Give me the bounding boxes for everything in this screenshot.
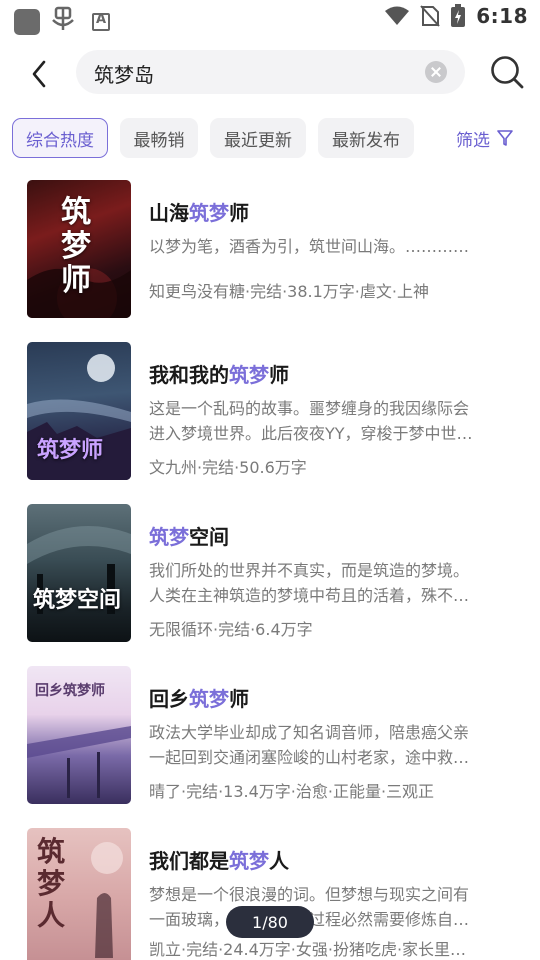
book-cover: 回乡筑梦师 (27, 666, 131, 804)
book-cover: 筑梦人 (27, 828, 131, 960)
page-indicator: 1/80 (226, 906, 314, 938)
book-title: 我们都是筑梦人 (149, 849, 289, 873)
status-bar: 6:18 (0, 0, 540, 36)
clear-icon[interactable] (425, 61, 447, 83)
book-description: 梦想是一个很浪漫的词。但梦想与现实之间有 一面玻璃，打破这面的过程必然需要修炼自… (149, 885, 470, 929)
status-time: 6:18 (476, 4, 528, 28)
book-item[interactable]: 筑梦人 我们都是筑梦人 梦想是一个很浪漫的词。但梦想与现实之间有 一面玻璃，打破… (0, 828, 540, 960)
book-title: 回乡筑梦师 (149, 687, 249, 711)
book-cover: 筑梦师 (27, 342, 131, 480)
book-title: 我和我的筑梦师 (149, 363, 289, 387)
book-item[interactable]: 筑梦空间 筑梦空间 我们所处的世界并不真实，而是筑造的梦境。 人类在主神筑造的梦… (0, 504, 540, 644)
search-input[interactable]: 筑梦岛 (76, 50, 465, 94)
book-description: 这是一个乱码的故事。噩梦缠身的我因缘际会 进入梦境世界。此后夜夜YY，穿梭于梦中… (149, 399, 473, 443)
search-button[interactable] (489, 54, 525, 90)
filter-label: 筛选 (456, 130, 490, 151)
cover-title: 筑梦师 (37, 437, 104, 463)
book-item[interactable]: 回乡筑梦师 回乡筑梦师 政法大学毕业却成了知名调音师，陪患癌父亲 一起回到交通闭… (0, 666, 540, 806)
book-meta: 无限循环·完结·6.4万字 (149, 620, 313, 639)
battery-charging-icon (451, 4, 466, 27)
bug-icon (50, 6, 76, 37)
app-square-icon (14, 8, 40, 35)
book-cover: 筑梦师 (27, 180, 131, 318)
search-query: 筑梦岛 (94, 63, 154, 87)
book-item[interactable]: 筑梦师 我和我的筑梦师 这是一个乱码的故事。噩梦缠身的我因缘际会 进入梦境世界。… (0, 342, 540, 482)
sort-tabs: 综合热度 最畅销 最近更新 最新发布 筛选 (0, 118, 540, 158)
book-meta: 知更鸟没有糖·完结·38.1万字·虐文·上神 (149, 282, 429, 301)
search-icon (491, 56, 524, 89)
book-meta: 文九州·完结·50.6万字 (149, 458, 307, 477)
book-meta: 凯立·完结·24.4万字·女强·扮猪吃虎·家长里… (149, 940, 467, 959)
cover-title: 筑梦人 (37, 835, 66, 932)
sort-tab-newest[interactable]: 最新发布 (318, 118, 414, 158)
book-title: 山海筑梦师 (149, 201, 249, 225)
filter-button[interactable]: 筛选 (456, 118, 514, 158)
cover-title: 筑梦空间 (33, 587, 122, 613)
cover-title: 筑梦师 (61, 195, 91, 298)
no-sim-icon (420, 5, 440, 27)
sort-tab-bestselling[interactable]: 最畅销 (120, 118, 198, 158)
book-item[interactable]: 筑梦师 山海筑梦师 以梦为笔，酒香为引，筑世间山海。………… 知更鸟没有糖·完结… (0, 180, 540, 320)
book-meta: 晴了·完结·13.4万字·治愈·正能量·三观正 (149, 782, 435, 801)
book-description: 以梦为笔，酒香为引，筑世间山海。………… (149, 237, 470, 256)
book-cover: 筑梦空间 (27, 504, 131, 642)
sort-tab-comprehensive[interactable]: 综合热度 (12, 118, 108, 158)
wifi-icon (385, 6, 410, 25)
back-button[interactable] (22, 54, 56, 94)
sort-tab-recent-update[interactable]: 最近更新 (210, 118, 306, 158)
back-arrow-icon (32, 60, 46, 88)
book-description: 我们所处的世界并不真实，而是筑造的梦境。 人类在主神筑造的梦境中苟且的活着，殊不… (149, 561, 470, 605)
cover-title: 回乡筑梦师 (35, 683, 105, 699)
a-box-icon (92, 12, 110, 31)
funnel-icon (497, 130, 513, 146)
book-description: 政法大学毕业却成了知名调音师，陪患癌父亲 一起回到交通闭塞险峻的山村老家，途中救… (149, 723, 470, 767)
book-title: 筑梦空间 (149, 525, 229, 549)
